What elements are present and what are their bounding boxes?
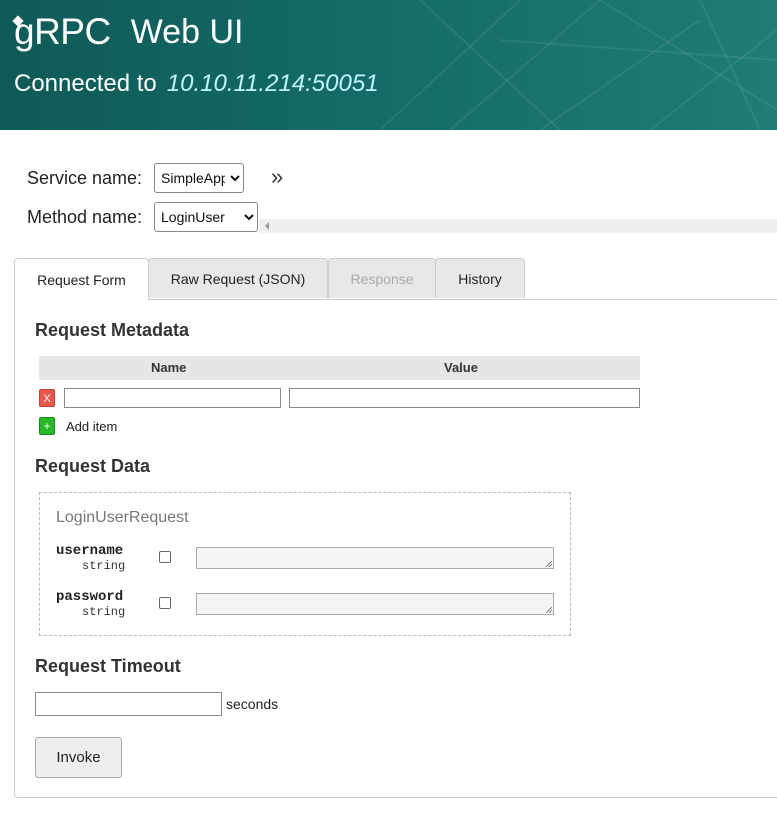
tab-raw-request[interactable]: Raw Request (JSON) xyxy=(148,258,328,298)
expand-icon[interactable]: » xyxy=(271,164,283,190)
add-item-label: Add item xyxy=(66,419,118,434)
field-username-textarea[interactable] xyxy=(196,547,554,569)
field-username-null-checkbox[interactable] xyxy=(159,551,171,563)
method-label: Method name: xyxy=(27,206,143,227)
field-password-null-checkbox[interactable] xyxy=(159,597,171,609)
app-header: gRPC Web UI Connected to 10.10.11.214:50… xyxy=(0,0,777,130)
field-username-name: username xyxy=(56,543,124,559)
app-title: Web UI xyxy=(130,12,244,51)
logo-text: gRPC xyxy=(14,11,111,52)
timeout-heading: Request Timeout xyxy=(35,656,181,676)
message-name: LoginUserRequest xyxy=(56,509,189,526)
service-label: Service name: xyxy=(27,167,143,188)
connection-status: Connected to 10.10.11.214:50051 xyxy=(14,70,379,98)
timeout-unit: seconds xyxy=(226,696,279,712)
metadata-name-input[interactable] xyxy=(64,388,281,408)
field-password-type: string xyxy=(82,605,126,619)
metadata-heading: Request Metadata xyxy=(35,320,190,340)
method-select[interactable]: LoginUser xyxy=(154,202,258,232)
request-data-heading: Request Data xyxy=(35,456,151,476)
horizontal-scrollbar[interactable] xyxy=(259,219,777,233)
field-password-textarea[interactable] xyxy=(196,593,554,615)
resize-grip-icon[interactable] xyxy=(546,561,552,567)
remove-metadata-button[interactable]: X xyxy=(39,389,55,407)
field-username-type: string xyxy=(82,559,126,573)
method-row: Method name: LoginUser xyxy=(27,202,258,232)
metadata-value-input[interactable] xyxy=(289,388,640,408)
service-row: Service name: SimpleApp xyxy=(27,163,244,193)
service-select[interactable]: SimpleApp xyxy=(154,163,244,193)
metadata-col-value: Value xyxy=(444,360,478,375)
field-password-name: password xyxy=(56,589,124,605)
tab-bar: Request Form Raw Request (JSON) Response… xyxy=(14,258,777,300)
resize-grip-icon[interactable] xyxy=(546,607,552,613)
tab-history[interactable]: History xyxy=(435,258,525,298)
brand: gRPC Web UI xyxy=(12,8,244,56)
connected-label: Connected to xyxy=(14,70,157,97)
server-address: 10.10.11.214:50051 xyxy=(166,70,379,97)
tab-response: Response xyxy=(328,258,436,298)
timeout-input[interactable] xyxy=(35,692,222,716)
scroll-left-arrow-icon[interactable] xyxy=(265,222,269,230)
grpc-logo: gRPC xyxy=(12,11,111,53)
metadata-col-name: Name xyxy=(151,360,187,375)
metadata-table-header: Name Value xyxy=(39,356,640,380)
tab-request-form[interactable]: Request Form xyxy=(14,258,149,300)
add-metadata-button[interactable]: + xyxy=(39,417,55,435)
invoke-button[interactable]: Invoke xyxy=(35,737,122,778)
